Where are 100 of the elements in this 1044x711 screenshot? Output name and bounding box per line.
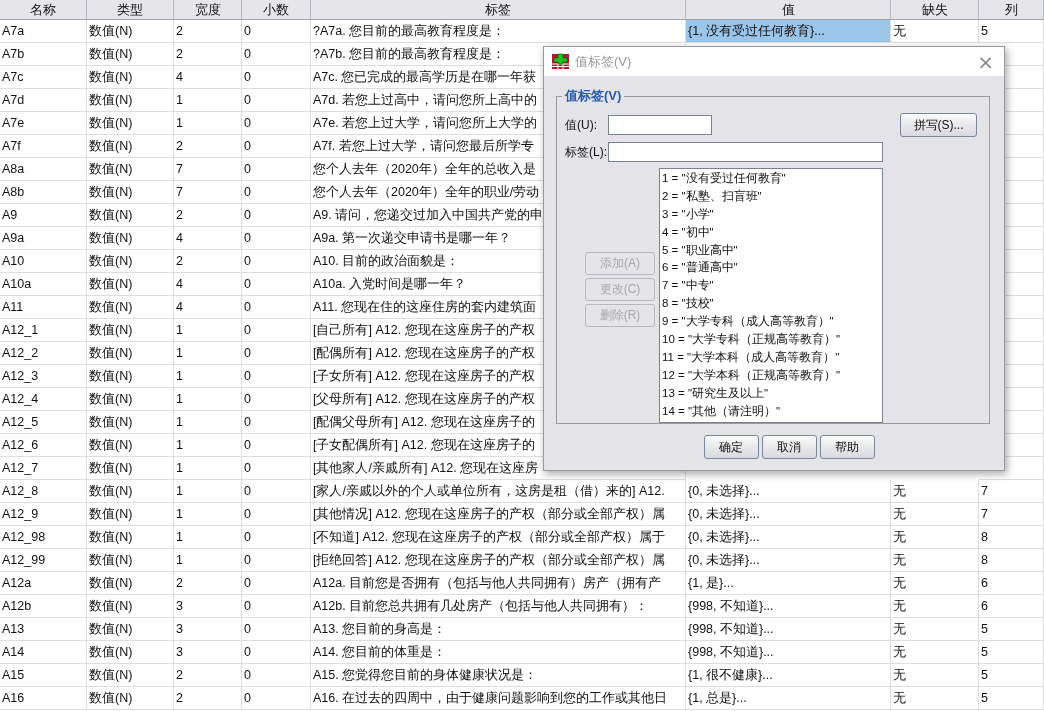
- list-item[interactable]: 5 = "职业高中": [662, 241, 880, 260]
- column-header[interactable]: 标签: [311, 0, 686, 20]
- list-item[interactable]: 1 = "没有受过任何教育": [662, 170, 880, 188]
- list-item[interactable]: 14 = "其他（请注明）": [662, 402, 880, 421]
- label-field[interactable]: [608, 142, 883, 162]
- table-cell-text: 您个人去年（2020年）全年的总收入是: [313, 161, 536, 178]
- table-cell-text: 数值(N): [89, 69, 133, 86]
- table-cell-text: 无: [893, 552, 906, 569]
- table-cell-text: [子女所有] A12. 您现在这座房子的产权: [313, 368, 535, 385]
- table-cell-text: [自己所有] A12. 您现在这座房子的产权: [313, 322, 535, 339]
- column-header[interactable]: 列: [979, 0, 1044, 20]
- table-cell-text: 5: [981, 23, 988, 40]
- column-header[interactable]: 小数: [242, 0, 311, 20]
- column-header[interactable]: 类型: [87, 0, 174, 20]
- table-cell-text: 数值(N): [89, 621, 133, 638]
- table-cell-text: [配偶父母所有] A12. 您现在这座房子的: [313, 414, 535, 431]
- table-cell-text: 0: [244, 575, 251, 592]
- table-cell[interactable]: {1, 是}...: [686, 572, 891, 595]
- table-cell[interactable]: {1, 总是}...: [686, 687, 891, 710]
- table-cell-text: A11: [2, 299, 24, 316]
- table-cell[interactable]: {998, 不知道}...: [686, 641, 891, 664]
- dialog-button[interactable]: 帮助: [819, 435, 875, 459]
- list-item[interactable]: 8 = "技校": [662, 295, 880, 314]
- table-cell-text: ?A7b. 您目前的最高教育程度是：: [313, 46, 506, 63]
- table-cell-text: A9a. 第一次递交申请书是哪一年？: [313, 230, 512, 247]
- table-cell-text: 0: [244, 230, 251, 247]
- table-cell-text: A12a: [2, 575, 32, 592]
- list-item[interactable]: 13 = "研究生及以上": [662, 384, 880, 403]
- list-item[interactable]: 12 = "大学本科（正规高等教育）": [662, 366, 880, 385]
- column-header[interactable]: 名称: [0, 0, 87, 20]
- table-cell-text: A7f. 若您上过大学，请问您最后所学专: [313, 138, 534, 155]
- table-cell-text: A7c. 您已完成的最高学历是在哪一年获: [313, 69, 537, 86]
- value-label-list[interactable]: 1 = "没有受过任何教育" 2 = "私塾、扫盲班" 3 = "小学" 4 = "初中" 5 = "职业高中" 6 = "普通高中" 7 = "中专" 8 = "技校" 9 = "大学专科（成人高等教育）" 10 = "大学专科（正规高等教育）" 11 = "大学本科（成人高等教育）" 12 = "大学本科（正规高等教育）" 13 = "研究生及以上" 14 = "其他（请注明）": [659, 168, 883, 423]
- table-cell-text: 0: [244, 46, 251, 63]
- table-cell-text: A7f: [2, 138, 21, 155]
- table-cell[interactable]: {1, 没有受过任何教育}...: [686, 20, 891, 43]
- list-item[interactable]: 11 = "大学本科（成人高等教育）": [662, 348, 880, 367]
- table-cell-text: 0: [244, 345, 251, 362]
- table-cell-text: 0: [244, 414, 251, 431]
- table-cell-text: A9: [2, 207, 18, 224]
- table-cell-text: 数值(N): [89, 437, 133, 454]
- list-item[interactable]: 7 = "中专": [662, 277, 880, 296]
- table-cell-text: 数值(N): [89, 575, 133, 592]
- column-header[interactable]: 值: [686, 0, 891, 20]
- table-cell-text: 您个人去年（2020年）全年的职业/劳动: [313, 184, 540, 201]
- table-cell[interactable]: {0, 未选择}...: [686, 526, 891, 549]
- list-item[interactable]: 4 = "初中": [662, 223, 880, 242]
- table-cell-text: 数值(N): [89, 23, 133, 40]
- table-cell-text: A12_99: [2, 552, 46, 569]
- table-cell-text: 0: [244, 483, 251, 500]
- table-cell[interactable]: {998, 不知道}...: [686, 618, 891, 641]
- table-cell-text: A15. 您觉得您目前的身体健康状况是：: [313, 667, 538, 684]
- list-item[interactable]: 6 = "普通高中": [662, 259, 880, 278]
- table-cell-text: A10a. 入党时间是哪一年？: [313, 276, 467, 293]
- table-cell[interactable]: {998, 不知道}...: [686, 595, 891, 618]
- table-cell-text: [家人/亲戚以外的个人或单位所有，这房是租（借）来的] A12.: [313, 483, 665, 500]
- field-label: 值(U):: [565, 116, 598, 134]
- table-cell[interactable]: {0, 未选择}...: [686, 480, 891, 503]
- table-cell-text: 0: [244, 460, 251, 477]
- value-field[interactable]: [608, 115, 712, 135]
- table-cell-text: 0: [244, 322, 251, 339]
- table-cell-text: 数值(N): [89, 368, 133, 385]
- table-cell-text: 数值(N): [89, 345, 133, 362]
- table-cell-text: [拒绝回答] A12. 您现在这座房子的产权（部分或全部产权）属: [313, 552, 665, 569]
- table-cell[interactable]: {0, 未选择}...: [686, 503, 891, 526]
- list-item[interactable]: 3 = "小学": [662, 205, 880, 224]
- table-cell-text: 6: [981, 598, 988, 615]
- table-cell-text: A12b. 目前您总共拥有几处房产（包括与他人共同拥有）：: [313, 598, 649, 615]
- table-cell-text: A12_6: [2, 437, 39, 454]
- close-button[interactable]: ×: [975, 51, 996, 72]
- table-cell-text: 2: [176, 667, 183, 684]
- table-cell-text: A7d. 若您上过高中，请问您所上高中的: [313, 92, 538, 109]
- list-item[interactable]: 10 = "大学专科（正规高等教育）": [662, 331, 880, 349]
- table-cell-text: A10a: [2, 276, 32, 293]
- table-cell-text: 数值(N): [89, 253, 133, 270]
- table-cell-text: A7e. 若您上过大学，请问您所上大学的: [313, 115, 538, 132]
- table-cell-text: 7: [176, 184, 183, 201]
- table-cell-text: 1: [176, 414, 183, 431]
- table-cell-text: 1: [176, 552, 183, 569]
- table-cell-text: A8a: [2, 161, 25, 178]
- table-cell-text: [配偶所有] A12. 您现在这座房子的产权: [313, 345, 535, 362]
- list-item[interactable]: 2 = "私塾、扫盲班": [662, 187, 880, 206]
- column-header[interactable]: 宽度: [174, 0, 242, 20]
- table-cell-text: 0: [244, 253, 251, 270]
- table-cell-text: 数值(N): [89, 276, 133, 293]
- dialog-button[interactable]: 取消: [761, 435, 817, 459]
- table-cell-text: ?A7a. 您目前的最高教育程度是：: [313, 23, 506, 40]
- table-cell-text: A15: [2, 667, 25, 684]
- list-item[interactable]: 9 = "大学专科（成人高等教育）": [662, 313, 880, 331]
- table-cell-text: 无: [893, 575, 906, 592]
- table-cell-text: A11. 您现在住的这座住房的套内建筑面: [313, 299, 537, 316]
- table-cell[interactable]: {0, 未选择}...: [686, 549, 891, 572]
- table-cell-text: 0: [244, 437, 251, 454]
- table-cell[interactable]: {1, 很不健康}...: [686, 664, 891, 687]
- spell-button[interactable]: 拼写(S)...: [900, 113, 977, 137]
- dialog-title: 值标签(V): [575, 52, 633, 71]
- dialog-button[interactable]: 确定: [703, 435, 759, 459]
- table-cell-text: 0: [244, 276, 251, 293]
- table-cell-text: 数值(N): [89, 115, 133, 132]
- column-header[interactable]: 缺失: [891, 0, 979, 20]
